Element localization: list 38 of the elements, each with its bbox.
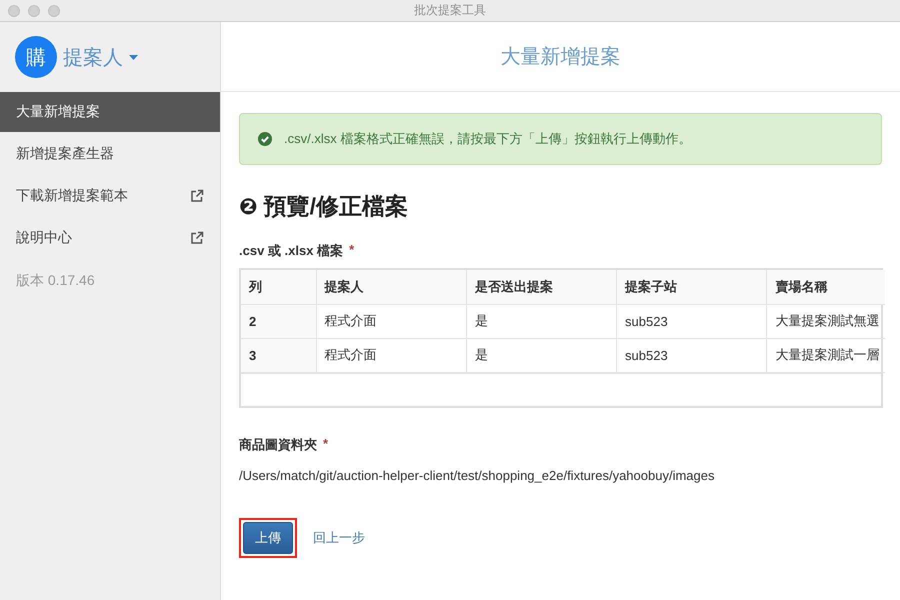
table-cell: 2 bbox=[241, 304, 316, 338]
sidebar-item[interactable]: 大量新增提案 bbox=[0, 92, 220, 132]
version-text: 版本 0.17.46 bbox=[15, 271, 96, 290]
column-header: 提案子站 bbox=[616, 270, 767, 304]
sidebar-item[interactable]: 新增提案產生器 bbox=[0, 134, 220, 174]
back-link[interactable]: 回上一步 bbox=[313, 528, 365, 546]
caret-icon bbox=[129, 54, 138, 60]
column-header: 賣場名稱 bbox=[766, 270, 885, 304]
external-link-icon bbox=[190, 231, 204, 245]
alert-message: .csv/.xlsx 檔案格式正確無誤，請按最下方「上傳」按鈕執行上傳動作。 bbox=[284, 130, 692, 148]
upload-button[interactable]: 上傳 bbox=[243, 522, 293, 554]
section-heading: 預覽/修正檔案 bbox=[264, 192, 408, 221]
table-cell: 程式介面 bbox=[316, 304, 466, 338]
external-link-icon bbox=[190, 189, 204, 203]
zoom-button[interactable] bbox=[48, 4, 60, 16]
avatar: 購 bbox=[15, 36, 57, 78]
table-cell: 是 bbox=[466, 338, 617, 372]
window-title: 批次提案工具 bbox=[413, 2, 487, 19]
page-title: 大量新增提案 bbox=[500, 45, 620, 70]
folder-path: /Users/match/git/auction-helper-client/test/shopping_e2e/fixtures/yahoobuy/images bbox=[239, 468, 716, 482]
table-cell: 3 bbox=[241, 338, 316, 372]
required-mark: * bbox=[349, 242, 354, 257]
column-header: 提案人 bbox=[316, 270, 466, 304]
column-header: 是否送出提案 bbox=[466, 270, 617, 304]
sidebar-item[interactable]: 下載新增提案範本 bbox=[0, 176, 220, 216]
field-label: 商品圖資料夾 bbox=[239, 436, 317, 454]
minimize-button[interactable] bbox=[28, 4, 40, 16]
sidebar-item[interactable]: 說明中心 bbox=[0, 218, 220, 258]
step-number: ❷ bbox=[239, 194, 258, 220]
table-cell: sub523 bbox=[616, 304, 767, 338]
column-header: 列 bbox=[241, 270, 316, 304]
table-cell: sub523 bbox=[616, 338, 767, 372]
required-mark: * bbox=[323, 436, 328, 450]
field-label: .csv 或 .xlsx 檔案 bbox=[239, 242, 344, 260]
table-cell: 程式介面 bbox=[316, 338, 466, 372]
check-circle-icon bbox=[258, 132, 272, 146]
table-cell: 是 bbox=[466, 304, 617, 338]
close-button[interactable] bbox=[8, 4, 20, 16]
